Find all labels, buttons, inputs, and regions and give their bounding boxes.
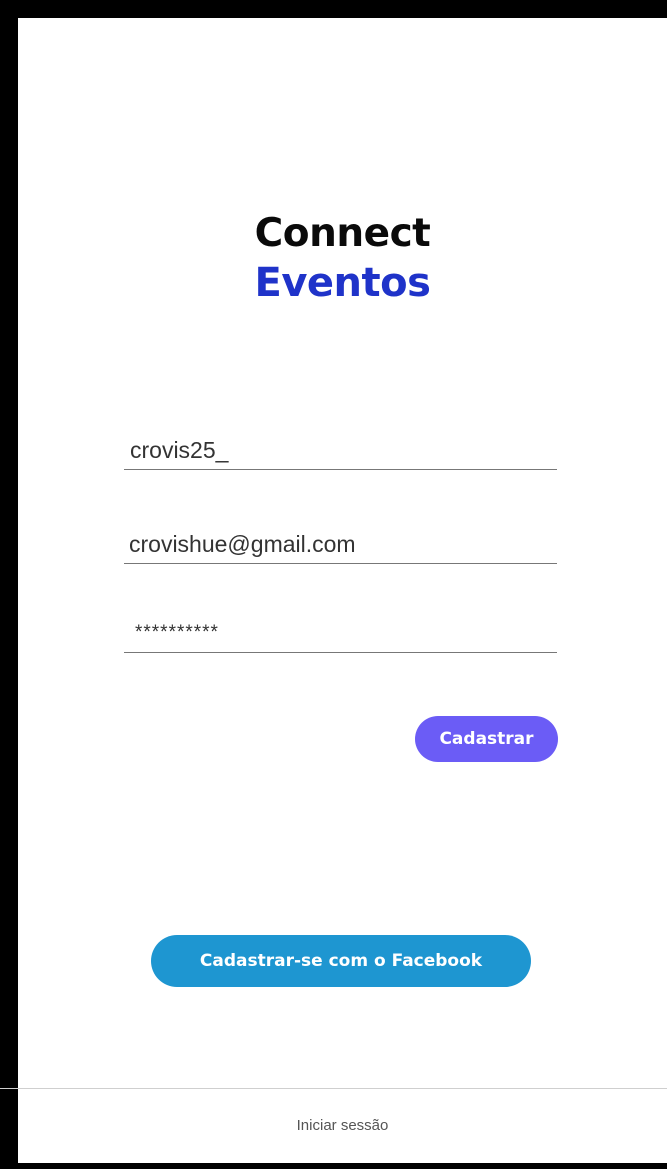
footer-divider (0, 1088, 667, 1089)
facebook-signup-button[interactable]: Cadastrar-se com o Facebook (151, 935, 531, 987)
password-field[interactable]: ********** (124, 616, 557, 653)
email-field[interactable]: crovishue@gmail.com (124, 530, 557, 564)
username-field[interactable]: crovis25_ (124, 436, 557, 470)
register-button[interactable]: Cadastrar (415, 716, 558, 762)
sign-in-link[interactable]: Iniciar sessão (18, 1117, 667, 1134)
app-screen: Connect Eventos crovis25_ crovishue@gmai… (0, 18, 667, 1163)
logo-title-connect: Connect (254, 211, 431, 256)
logo-title-eventos: Eventos (254, 260, 431, 306)
app-logo: Connect Eventos (18, 214, 667, 303)
